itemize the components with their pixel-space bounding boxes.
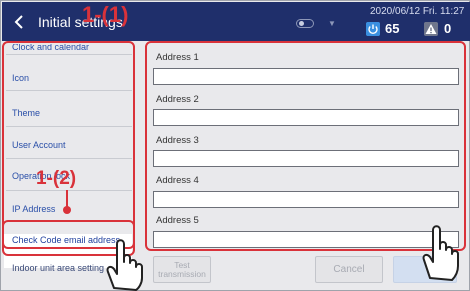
pointing-hand-icon xyxy=(422,225,459,281)
alert-count: 0 xyxy=(444,21,452,36)
header-bar: Initial settings ▼ 2020/06/12 Fri. 11:27… xyxy=(2,2,470,41)
callout-1-1: 1-(1) xyxy=(82,2,129,27)
cancel-button[interactable]: Cancel xyxy=(315,256,383,283)
toggle-icon[interactable] xyxy=(296,19,314,28)
annotation-box-sidebar xyxy=(2,41,135,249)
test-label-line2: transmission xyxy=(158,269,206,279)
callout-1-2: 1-(2) xyxy=(36,168,77,189)
test-transmission-button[interactable]: Test transmission xyxy=(153,256,211,283)
dropdown-icon[interactable]: ▼ xyxy=(328,19,336,28)
pointing-hand-icon xyxy=(106,239,143,291)
back-arrow-icon[interactable] xyxy=(12,14,26,30)
warning-icon xyxy=(424,22,438,36)
annotation-box-address-panel xyxy=(145,41,466,251)
power-icon xyxy=(366,22,380,36)
callout-dot xyxy=(63,206,71,214)
datetime-display: 2020/06/12 Fri. 11:27 xyxy=(370,6,465,17)
power-count: 65 xyxy=(385,21,400,36)
